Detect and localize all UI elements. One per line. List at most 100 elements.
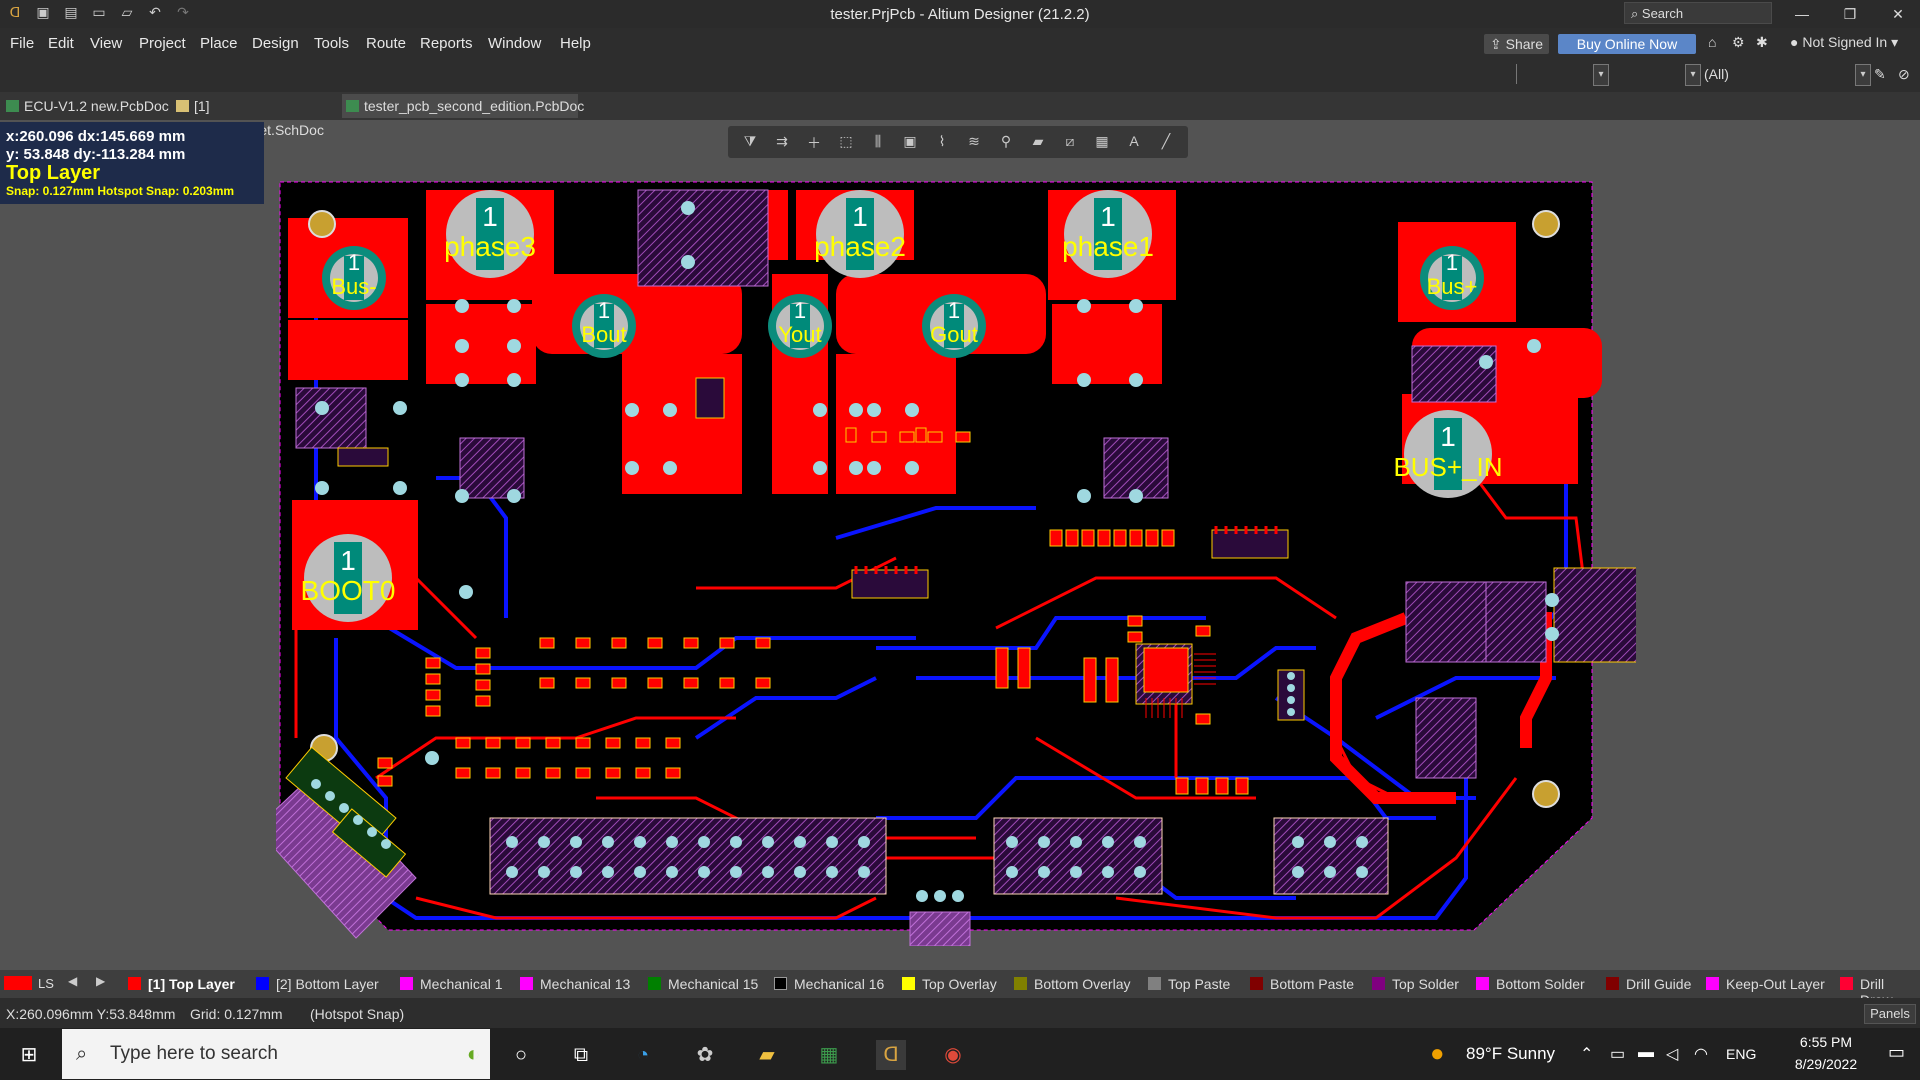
clock-time[interactable]: 6:55 PM bbox=[1780, 1034, 1872, 1050]
sch-doc-icon bbox=[176, 100, 189, 112]
menu-route[interactable]: Route bbox=[366, 35, 406, 52]
layer-color-swatch bbox=[1706, 977, 1719, 990]
layer-tab-bottom-solder[interactable]: Bottom Solder bbox=[1476, 976, 1585, 992]
weather-label[interactable]: 89°F Sunny bbox=[1466, 1044, 1555, 1064]
component-icon[interactable]: ▣ bbox=[900, 133, 920, 151]
label-one-phase2: 1 bbox=[852, 201, 868, 232]
task-view-icon[interactable]: ⧉ bbox=[566, 1040, 596, 1070]
menu-edit[interactable]: Edit bbox=[48, 35, 74, 52]
spreadsheet-icon[interactable]: ▦ bbox=[814, 1040, 844, 1070]
share-button[interactable]: ⇪ Share bbox=[1484, 34, 1549, 54]
layer-next-icon[interactable]: ▶ bbox=[96, 974, 105, 988]
divider bbox=[1516, 64, 1517, 84]
layer-tab-keepout[interactable]: Keep-Out Layer bbox=[1706, 976, 1825, 992]
layer-tab-mechanical-13[interactable]: Mechanical 13 bbox=[520, 976, 630, 992]
buy-online-button[interactable]: Buy Online Now bbox=[1558, 34, 1696, 54]
coordinates-hud: x:260.096 dx:145.669 mm y: 53.848 dy:-11… bbox=[0, 122, 264, 204]
tab-tester-schdoc[interactable]: [1] tester_sheet.SchDoc bbox=[172, 94, 342, 138]
tab-tester-pcbdoc[interactable]: tester_pcb_second_edition.PcbDoc bbox=[342, 94, 584, 118]
pcb-board[interactable]: 1 Bus- 1 phase3 1 Bout 1 Yout 1 phase2 1… bbox=[276, 178, 1636, 946]
menu-file[interactable]: File bbox=[10, 35, 34, 52]
gear-icon[interactable]: ⚙ bbox=[1732, 34, 1745, 51]
layer-prev-icon[interactable]: ◀ bbox=[68, 974, 77, 988]
altium-taskbar-icon[interactable]: ᗡ bbox=[876, 1040, 906, 1070]
menu-design[interactable]: Design bbox=[252, 35, 299, 52]
panels-button[interactable]: Panels bbox=[1864, 1004, 1916, 1024]
taskbar-search-placeholder: Type here to search bbox=[110, 1043, 278, 1064]
menu-reports[interactable]: Reports bbox=[420, 35, 473, 52]
diff-pair-icon[interactable]: ≋ bbox=[964, 133, 984, 151]
cortana-icon[interactable]: ○ bbox=[506, 1040, 536, 1070]
layer-tab-mechanical-16[interactable]: Mechanical 16 bbox=[774, 976, 884, 992]
wifi-icon[interactable]: ◠ bbox=[1694, 1044, 1708, 1064]
current-layer-label: Top Layer bbox=[6, 162, 101, 184]
menu-project[interactable]: Project bbox=[139, 35, 186, 52]
layer-label: Bottom Paste bbox=[1270, 976, 1355, 992]
label-one-bout: 1 bbox=[598, 298, 610, 323]
dimension-icon[interactable]: ▦ bbox=[1092, 133, 1112, 151]
layer-tab-bottom-layer[interactable]: [2] Bottom Layer bbox=[256, 976, 379, 992]
minimize-button[interactable]: — bbox=[1782, 3, 1822, 25]
ls-button[interactable]: LS bbox=[38, 976, 54, 991]
route-icon[interactable]: ⇉ bbox=[772, 133, 792, 151]
polygon-icon[interactable]: ▰ bbox=[1028, 133, 1048, 151]
via-icon[interactable]: ⚲ bbox=[996, 133, 1016, 151]
menu-tools[interactable]: Tools bbox=[314, 35, 349, 52]
taskbar-search-input[interactable]: ⌕ Type here to search ◐ bbox=[62, 1029, 490, 1079]
pin-icon[interactable]: ✎ bbox=[1874, 66, 1886, 83]
layer-tab-drill-draw[interactable]: Drill Draw bbox=[1840, 976, 1920, 1008]
current-layer-swatch[interactable] bbox=[4, 976, 32, 990]
layer-tab-top-solder[interactable]: Top Solder bbox=[1372, 976, 1459, 992]
menu-help[interactable]: Help bbox=[560, 35, 591, 52]
layer-tab-drill-guide[interactable]: Drill Guide bbox=[1606, 976, 1691, 992]
dropdown-arrow-2[interactable]: ▾ bbox=[1685, 64, 1701, 86]
add-icon[interactable]: ＋ bbox=[804, 133, 824, 151]
windows-start-icon[interactable]: ⊞ bbox=[14, 1040, 44, 1070]
meet-icon[interactable]: ▭ bbox=[1610, 1044, 1625, 1064]
edge-icon[interactable]: ◔ bbox=[628, 1040, 658, 1070]
layer-tab-mechanical-15[interactable]: Mechanical 15 bbox=[648, 976, 758, 992]
search-input[interactable]: ⌕ Search bbox=[1624, 2, 1772, 24]
select-rect-icon[interactable]: ⬚ bbox=[836, 133, 856, 151]
dropdown-arrow-3[interactable]: ▾ bbox=[1855, 64, 1871, 86]
layer-label: Top Solder bbox=[1392, 976, 1459, 992]
chevron-up-icon[interactable]: ⌃ bbox=[1580, 1044, 1593, 1064]
extensions-icon[interactable]: ✱ bbox=[1756, 34, 1768, 51]
layer-tab-top-overlay[interactable]: Top Overlay bbox=[902, 976, 997, 992]
chrome-icon[interactable]: ◉ bbox=[938, 1040, 968, 1070]
menu-window[interactable]: Window bbox=[488, 35, 541, 52]
layer-tab-bottom-paste[interactable]: Bottom Paste bbox=[1250, 976, 1354, 992]
line-icon[interactable]: ╱ bbox=[1156, 133, 1176, 151]
layer-label: Bottom Overlay bbox=[1034, 976, 1131, 992]
file-explorer-icon[interactable]: ▰ bbox=[752, 1040, 782, 1070]
clock-date[interactable]: 8/29/2022 bbox=[1780, 1056, 1872, 1072]
layer-color-swatch bbox=[128, 977, 141, 990]
layer-tab-top-paste[interactable]: Top Paste bbox=[1148, 976, 1230, 992]
layer-label: Top Overlay bbox=[922, 976, 997, 992]
app-icon[interactable]: ✿ bbox=[690, 1040, 720, 1070]
filter-icon[interactable]: ⧩ bbox=[740, 133, 760, 151]
clear-filter-icon[interactable]: ⊘ bbox=[1898, 66, 1910, 83]
align-icon[interactable]: ⫼ bbox=[868, 133, 888, 151]
text-icon[interactable]: A bbox=[1124, 133, 1144, 151]
account-menu[interactable]: ● Not Signed In ▾ bbox=[1790, 34, 1898, 51]
volume-icon[interactable]: ◁ bbox=[1666, 1044, 1678, 1064]
dropdown-arrow-1[interactable]: ▾ bbox=[1593, 64, 1609, 86]
layer-color-swatch bbox=[1476, 977, 1489, 990]
interactive-route-icon[interactable]: ⌇ bbox=[932, 133, 952, 151]
battery-icon[interactable]: ▬ bbox=[1638, 1044, 1654, 1062]
notification-icon[interactable]: ▭ bbox=[1888, 1042, 1905, 1063]
layer-tab-top-layer[interactable]: [1] Top Layer bbox=[128, 976, 235, 992]
layer-tab-mechanical-1[interactable]: Mechanical 1 bbox=[400, 976, 503, 992]
tool-row bbox=[0, 62, 1920, 92]
menu-view[interactable]: View bbox=[90, 35, 122, 52]
home-icon[interactable]: ⌂ bbox=[1708, 34, 1716, 50]
restore-button[interactable]: ❐ bbox=[1830, 3, 1870, 25]
language-label[interactable]: ENG bbox=[1726, 1046, 1756, 1062]
keepout-icon[interactable]: ⧄ bbox=[1060, 133, 1080, 151]
menu-place[interactable]: Place bbox=[200, 35, 238, 52]
tab-ecu-pcbdoc[interactable]: ECU-V1.2 new.PcbDoc bbox=[2, 94, 170, 118]
close-button[interactable]: ✕ bbox=[1878, 3, 1918, 25]
layer-tab-bottom-overlay[interactable]: Bottom Overlay bbox=[1014, 976, 1130, 992]
tab-label: ECU-V1.2 new.PcbDoc bbox=[24, 98, 169, 114]
